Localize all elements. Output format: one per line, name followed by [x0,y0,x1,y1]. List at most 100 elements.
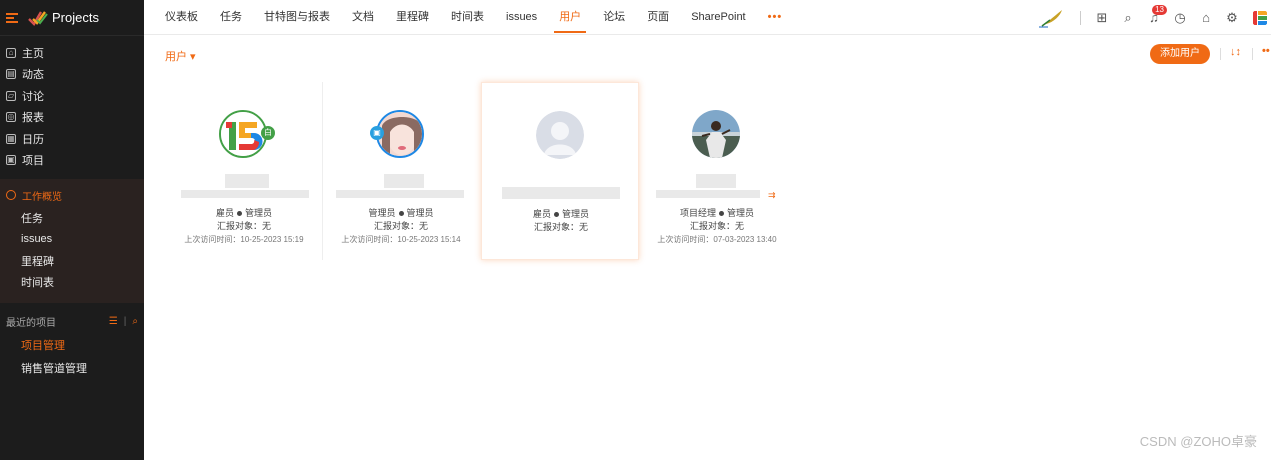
top-right-tools: ⊞ ⌕ ♫ 13 ◷ ⌂ ⚙ [1038,0,1271,35]
home-icon: ⌂ [6,47,16,58]
sidebar-item-home[interactable]: ⌂ 主页 [0,42,144,64]
sidebar-item-issues[interactable]: issues [0,229,144,251]
report-to-line: 汇报对象：无 [638,219,796,232]
search-icon[interactable]: ⌕ [1115,0,1141,35]
logo-15-avatar-icon [221,112,265,156]
user-profile: 管理员 [245,208,273,218]
separator-dot [237,211,242,217]
report-to-value: 无 [419,221,429,231]
tab-issues[interactable]: issues [495,0,548,35]
separator-dot [719,211,724,217]
photo-avatar-icon [378,112,422,156]
store-icon[interactable]: ⌂ [1193,0,1219,35]
menu-icon[interactable] [6,12,18,23]
tab-milestones[interactable]: 里程碑 [385,0,440,35]
user-name-redacted [482,179,640,203]
sidebar-item-calendar[interactable]: ▦ 日历 [0,128,144,150]
bell-icon[interactable]: ♫ 13 [1141,0,1167,35]
section-title-label: 工作概览 [22,191,62,203]
report-to-line: 汇报对象：无 [482,220,640,233]
clock-icon [6,190,16,200]
sort-icon[interactable]: ↓↕ [1230,46,1241,58]
recent-project-item[interactable]: 销售管道管理 [0,356,144,379]
tab-sharepoint[interactable]: SharePoint [680,0,756,35]
tab-gantt-reports[interactable]: 甘特图与报表 [253,0,341,35]
tabs-more-button[interactable]: ••• [757,0,794,35]
report-to-line: 汇报对象：无 [165,219,323,232]
divider [1252,48,1253,60]
add-user-button[interactable]: 添加用户 [1150,44,1210,64]
sidebar-item-label: 项目 [22,155,44,168]
brand-bar: Projects [0,0,144,36]
redaction-block [225,174,269,188]
tab-dashboard[interactable]: 仪表板 [154,0,209,35]
more-options-button[interactable]: •• [1262,45,1270,57]
users-toolbar: 用户 ▾ 添加用户 ↓↕ •• [144,36,1271,72]
logo-avatar-icon [1251,8,1269,27]
recent-projects-header: 最近的项目 ☰ | ⌕ [0,309,144,333]
report-to-label: 汇报对象： [216,221,262,231]
tab-users[interactable]: 用户 [548,0,592,35]
tab-forums[interactable]: 论坛 [592,0,636,35]
redaction-block [384,174,424,188]
sidebar-item-label: 日历 [22,133,44,146]
user-card-selected[interactable]: 雇员 管理员 汇报对象：无 [481,82,639,260]
briefcase-icon: ▣ [370,126,384,140]
user-avatar [219,110,267,158]
tab-tasks[interactable]: 任务 [209,0,253,35]
divider [1220,48,1221,60]
user-profile: 管理员 [406,208,434,218]
user-role-line: 雇员 管理员 [482,207,640,220]
report-to-label: 汇报对象： [373,221,419,231]
users-filter-dropdown[interactable]: 用户 ▾ [165,48,196,64]
work-overview-title[interactable]: 工作概览 [0,183,144,207]
reports-icon: ◎ [6,112,16,123]
recent-project-item[interactable]: 项目管理 [0,333,144,356]
separator-dot [554,212,559,218]
last-visit: 上次访问时间：07-03-2023 13:40 [657,235,777,244]
user-role-line: 项目经理 管理员 [638,206,796,219]
sidebar-item-projects[interactable]: ▣ 项目 [0,150,144,172]
sidebar-item-discussion[interactable]: ▱ 讨论 [0,85,144,107]
filter-icon[interactable]: ☰ [109,316,118,327]
projects-icon: ▣ [6,155,16,166]
recent-projects-title: 最近的项目 [6,317,56,329]
report-to-line: 汇报对象：无 [322,219,480,232]
tab-timesheet[interactable]: 时间表 [440,0,495,35]
sidebar-item-timesheet[interactable]: 时间表 [0,272,144,294]
timer-icon[interactable]: ◷ [1167,0,1193,35]
user-avatar [692,110,740,158]
sidebar-item-feed[interactable]: ▤ 动态 [0,64,144,86]
sidebar-item-label: 主页 [22,47,44,60]
user-card[interactable]: ▣ 管理员 管理员 汇报对象：无 上次访问时间：10-25-2023 15:14 [322,82,480,260]
sidebar: Projects ⌂ 主页 ▤ 动态 ▱ 讨论 ◎ 报表 ▦ 日历 ▣ 项目 工作概览 任务… [0,0,144,460]
user-card[interactable]: ⇉ 项目经理 管理员 汇报对象：无 上次访问时间：07-03-2023 13:40 [638,82,796,260]
add-icon[interactable]: ⊞ [1089,0,1115,35]
search-icon[interactable]: ⌕ [132,316,138,327]
user-name-redacted [165,174,323,202]
tab-documents[interactable]: 文档 [341,0,385,35]
flag-icon: ⇉ [768,190,776,200]
sidebar-item-label: 讨论 [22,90,44,103]
tab-pages[interactable]: 页面 [636,0,680,35]
divider [1080,10,1081,25]
redaction-bar [656,190,760,198]
gear-icon[interactable]: ⚙ [1219,0,1245,35]
feather-pen-icon[interactable] [1038,8,1066,28]
sidebar-item-milestones[interactable]: 里程碑 [0,250,144,272]
user-role: 项目经理 [679,208,716,218]
redaction-bar [502,187,620,199]
report-to-value: 无 [262,221,272,231]
sidebar-item-reports[interactable]: ◎ 报表 [0,107,144,129]
user-avatar[interactable] [1251,8,1269,27]
top-nav: 仪表板 任务 甘特图与报表 文档 里程碑 时间表 issues 用户 论坛 页面… [144,0,1271,35]
user-card[interactable]: 白 雇员 管理员 汇报对象：无 上次访问时间：10-25-2023 15:19 [165,82,323,260]
user-name-redacted [322,174,480,202]
report-to-value: 无 [579,222,589,232]
person-placeholder-icon [536,111,584,159]
report-to-label: 汇报对象： [689,221,735,231]
user-profile: 管理员 [727,208,755,218]
sidebar-item-tasks[interactable]: 任务 [0,207,144,229]
separator-dot [398,211,404,217]
redaction-bar [181,190,309,198]
